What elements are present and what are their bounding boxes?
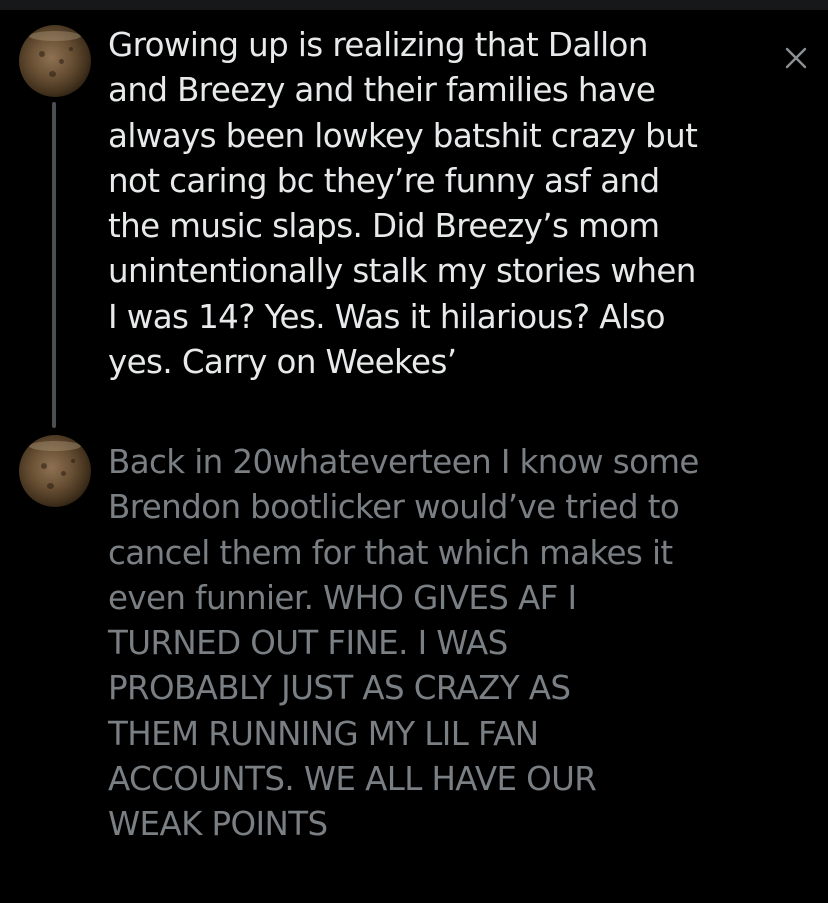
avatar-texture [69,47,73,51]
avatar-texture [59,59,64,64]
tweet-thread: Growing up is realizing that Dallon and … [0,10,828,903]
top-bar [0,0,828,10]
user-avatar[interactable] [19,435,91,507]
tweet-text: Back in 20whateverteen I know some Brend… [108,443,699,844]
close-button[interactable] [778,40,814,76]
avatar-texture [49,71,56,77]
avatar-texture [47,483,54,489]
avatar-highlight [29,441,81,451]
avatar-texture [61,471,66,476]
tweet-text: Growing up is realizing that Dallon and … [108,26,698,382]
avatar-texture [39,51,45,57]
avatar-texture [41,463,47,469]
avatar-highlight [29,31,81,41]
close-icon [785,47,807,69]
thread-connector-line [52,102,56,428]
avatar-texture [71,459,75,463]
user-avatar[interactable] [19,25,91,97]
